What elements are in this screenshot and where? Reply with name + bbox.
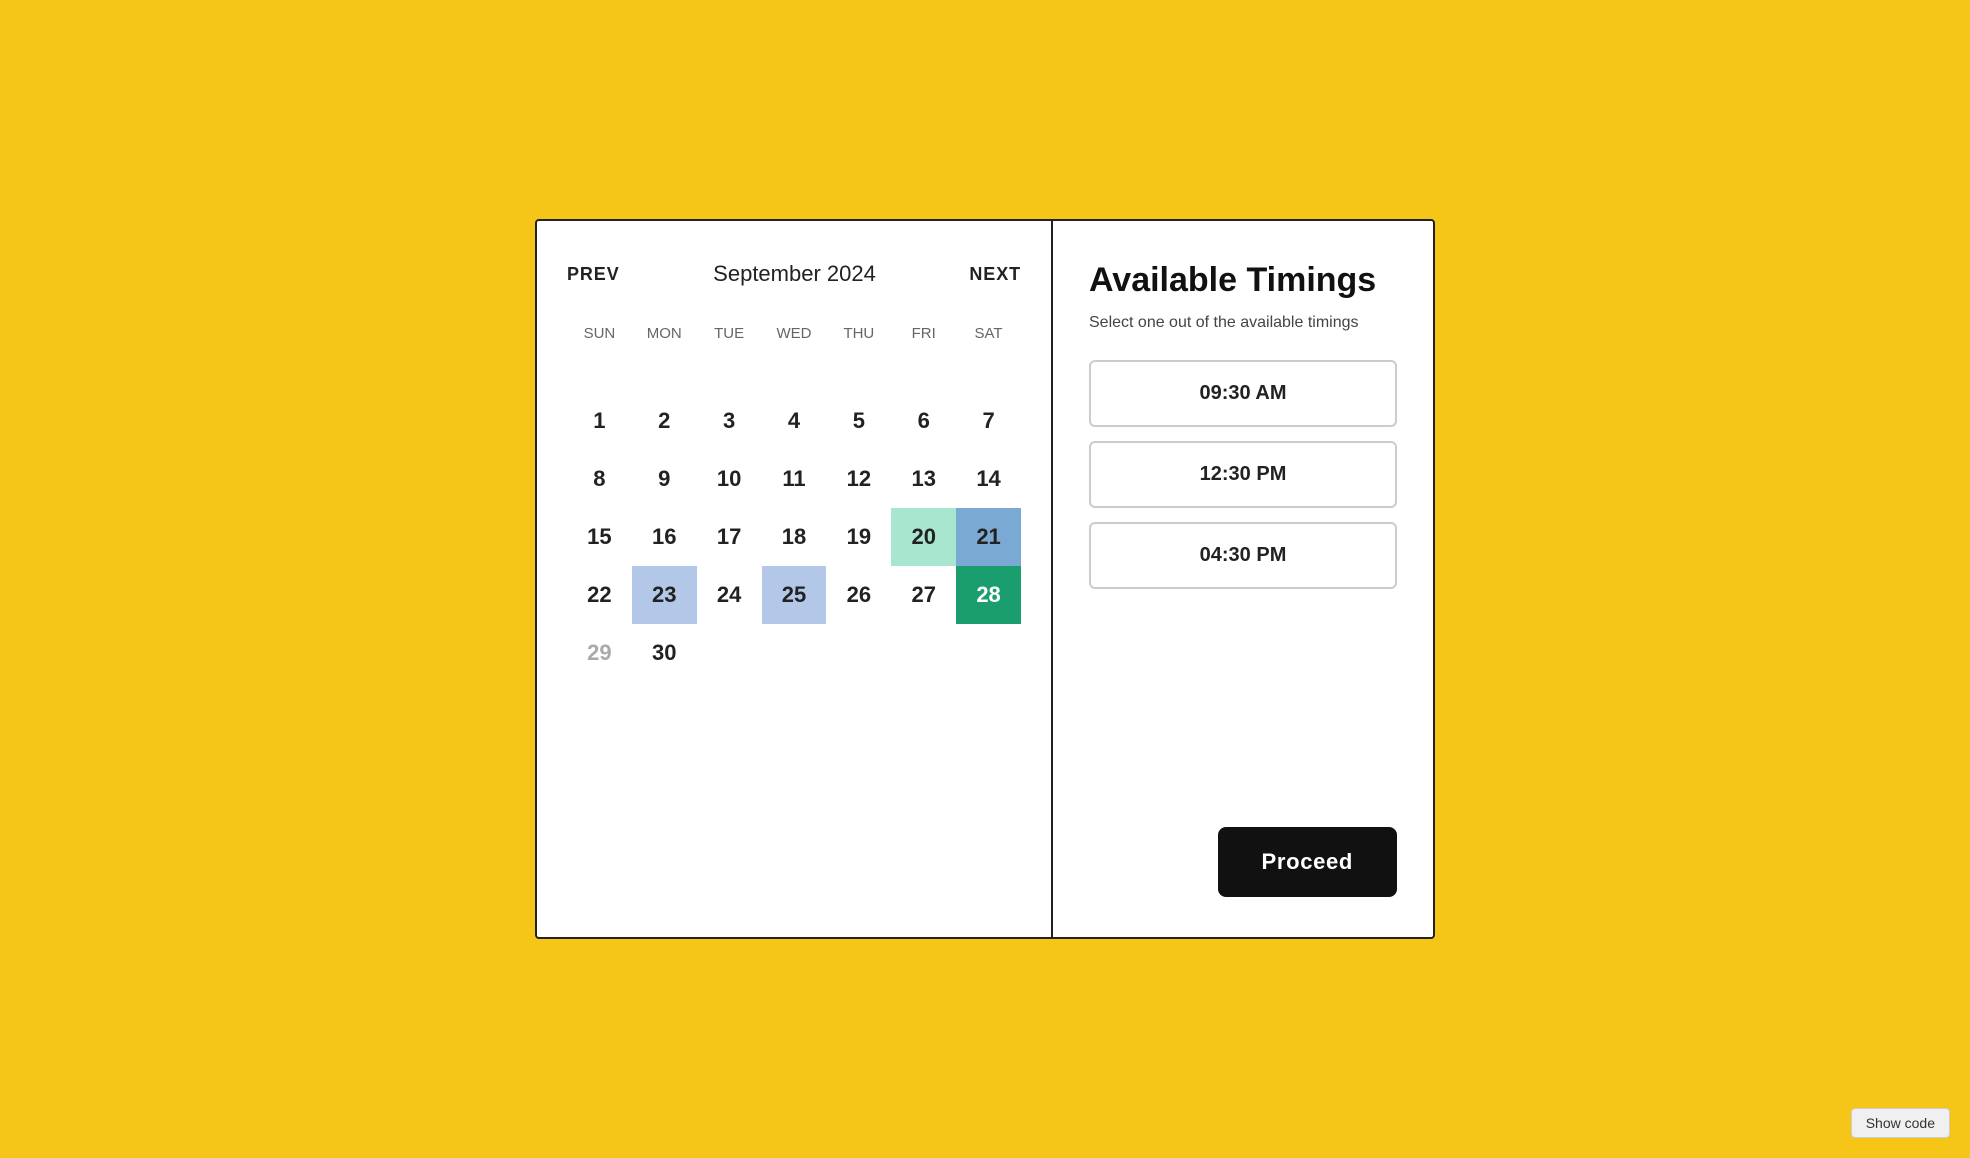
calendar-day-24[interactable]: 24 [697, 566, 762, 624]
calendar-day-30[interactable]: 30 [632, 624, 697, 682]
calendar-day-9[interactable]: 9 [632, 450, 697, 508]
calendar-day-22[interactable]: 22 [567, 566, 632, 624]
calendar-day-12[interactable]: 12 [826, 450, 891, 508]
calendar-day-4[interactable]: 4 [762, 392, 827, 450]
timings-panel: Available Timings Select one out of the … [1053, 221, 1433, 937]
calendar-day-empty-5-6 [956, 624, 1021, 682]
calendar-day-26[interactable]: 26 [826, 566, 891, 624]
timings-subtitle: Select one out of the available timings [1089, 314, 1397, 332]
calendar-day-5[interactable]: 5 [826, 392, 891, 450]
day-header-sat: SAT [956, 317, 1021, 360]
calendar-day-19[interactable]: 19 [826, 508, 891, 566]
calendar-day-2[interactable]: 2 [632, 392, 697, 450]
timings-title: Available Timings [1089, 261, 1397, 300]
calendar-day-empty-0-3 [762, 360, 827, 392]
calendar-day-16[interactable]: 16 [632, 508, 697, 566]
day-header-sun: SUN [567, 317, 632, 360]
calendar-day-15[interactable]: 15 [567, 508, 632, 566]
day-header-tue: TUE [697, 317, 762, 360]
calendar-day-21[interactable]: 21 [956, 508, 1021, 566]
calendar-grid: SUNMONTUEWEDTHUFRISAT1234567891011121314… [567, 317, 1021, 682]
day-header-thu: THU [826, 317, 891, 360]
calendar-day-14[interactable]: 14 [956, 450, 1021, 508]
calendar-day-empty-0-6 [956, 360, 1021, 392]
proceed-button[interactable]: Proceed [1218, 827, 1397, 897]
calendar-day-6[interactable]: 6 [891, 392, 956, 450]
calendar-day-20[interactable]: 20 [891, 508, 956, 566]
calendar-day-23[interactable]: 23 [632, 566, 697, 624]
calendar-month-title: September 2024 [713, 261, 876, 287]
calendar-day-25[interactable]: 25 [762, 566, 827, 624]
timing-option-2[interactable]: 04:30 PM [1089, 522, 1397, 589]
calendar-day-11[interactable]: 11 [762, 450, 827, 508]
calendar-day-29[interactable]: 29 [567, 624, 632, 682]
calendar-day-empty-0-5 [891, 360, 956, 392]
show-code-button[interactable]: Show code [1851, 1108, 1950, 1138]
calendar-day-28[interactable]: 28 [956, 566, 1021, 624]
next-button[interactable]: NEXT [969, 264, 1021, 285]
calendar-day-empty-5-3 [762, 624, 827, 682]
calendar-day-empty-5-4 [826, 624, 891, 682]
calendar-day-18[interactable]: 18 [762, 508, 827, 566]
calendar-day-3[interactable]: 3 [697, 392, 762, 450]
calendar-header: PREV September 2024 NEXT [567, 261, 1021, 287]
main-container: PREV September 2024 NEXT SUNMONTUEWEDTHU… [535, 219, 1435, 939]
calendar-day-empty-0-1 [632, 360, 697, 392]
day-header-fri: FRI [891, 317, 956, 360]
calendar-day-empty-0-0 [567, 360, 632, 392]
day-header-wed: WED [762, 317, 827, 360]
calendar-day-13[interactable]: 13 [891, 450, 956, 508]
calendar-day-empty-5-2 [697, 624, 762, 682]
calendar-day-1[interactable]: 1 [567, 392, 632, 450]
calendar-panel: PREV September 2024 NEXT SUNMONTUEWEDTHU… [537, 221, 1053, 937]
calendar-day-17[interactable]: 17 [697, 508, 762, 566]
timing-options-list: 09:30 AM 12:30 PM 04:30 PM [1089, 360, 1397, 603]
calendar-day-empty-0-2 [697, 360, 762, 392]
calendar-day-7[interactable]: 7 [956, 392, 1021, 450]
calendar-day-27[interactable]: 27 [891, 566, 956, 624]
calendar-day-8[interactable]: 8 [567, 450, 632, 508]
timing-option-0[interactable]: 09:30 AM [1089, 360, 1397, 427]
calendar-day-empty-5-5 [891, 624, 956, 682]
calendar-day-empty-0-4 [826, 360, 891, 392]
timing-option-1[interactable]: 12:30 PM [1089, 441, 1397, 508]
day-header-mon: MON [632, 317, 697, 360]
calendar-day-10[interactable]: 10 [697, 450, 762, 508]
prev-button[interactable]: PREV [567, 264, 620, 285]
